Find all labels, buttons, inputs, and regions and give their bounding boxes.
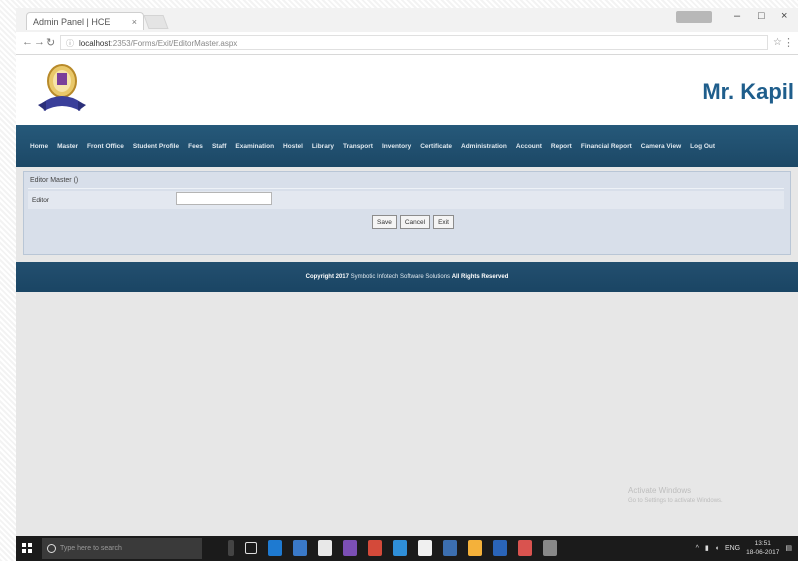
url-host: localhost [79,39,111,48]
filezilla-icon[interactable] [368,540,382,556]
cortana-icon [47,544,56,553]
system-tray: ^ ▮ ◖ ENG 13:51 18-06-2017 ▤ [696,539,792,557]
nav-item-examination[interactable]: Examination [235,143,274,150]
nav-item-report[interactable]: Report [551,143,572,150]
notification-icon[interactable]: ▤ [785,544,792,552]
nav-item-home[interactable]: Home [30,143,48,150]
app-icon-blue[interactable] [393,540,407,556]
nav-item-front-office[interactable]: Front Office [87,143,124,150]
nav-item-hostel[interactable]: Hostel [283,143,303,150]
browser-menu-icon[interactable]: ⋮ [783,36,794,49]
browser-tab-bar: Admin Panel | HCE × – □ × [16,8,798,32]
clock-date: 18-06-2017 [746,549,780,556]
screen: Admin Panel | HCE × – □ × ← → ↻ ⓘ localh… [16,8,798,561]
chevron-up-icon[interactable]: ^ [696,545,699,552]
url-input[interactable]: ⓘ localhost:2353/Forms/Exit/EditorMaster… [60,35,768,50]
app-icon-dark-blue[interactable] [493,540,507,556]
nav-item-transport[interactable]: Transport [343,143,373,150]
main-nav: Home Master Front Office Student Profile… [16,125,798,167]
nav-item-inventory[interactable]: Inventory [382,143,411,150]
editor-master-panel: Editor Master () Editor Save Cancel Exit [23,171,791,255]
nav-item-library[interactable]: Library [312,143,334,150]
nav-item-fees[interactable]: Fees [188,143,203,150]
search-placeholder: Type here to search [60,545,122,552]
nav-item-account[interactable]: Account [516,143,542,150]
visual-studio-icon[interactable] [343,540,357,556]
user-name: Mr. Kapil [702,79,794,104]
language-indicator[interactable]: ENG [725,545,740,552]
windows-start-icon[interactable] [22,543,32,553]
page: Mr. Kapil Home Master Front Office Stude… [16,55,798,536]
app-icon-gray[interactable] [543,540,557,556]
clock[interactable]: 13:51 18-06-2017 [746,539,779,557]
network-icon[interactable]: ▮ [705,544,709,552]
tab-title: Admin Panel | HCE [33,16,111,27]
nav-item-financial-report[interactable]: Financial Report [581,143,632,150]
url-path: :2353/Forms/Exit/EditorMaster.aspx [110,39,238,48]
footer-copyright: Copyright 2017 [305,274,349,280]
bookmark-star-icon[interactable]: ☆ [773,37,782,48]
nav-item-log-out[interactable]: Log Out [690,143,715,150]
new-tab-button[interactable] [143,15,169,29]
edge-icon[interactable] [268,540,282,556]
notepad-icon[interactable] [418,540,432,556]
nav-item-administration[interactable]: Administration [461,143,507,150]
editor-label: Editor [32,197,49,204]
watermark-subtitle: Go to Settings to activate Windows. [628,498,723,504]
school-logo [38,64,86,111]
form-buttons: Save Cancel Exit [372,215,454,229]
panel-divider [28,188,784,189]
nav-item-certificate[interactable]: Certificate [420,143,452,150]
arrow-left-icon[interactable]: ← [22,36,33,48]
clock-time: 13:51 [754,540,771,547]
nav-item-master[interactable]: Master [57,143,78,150]
form-row: Editor [28,191,784,209]
save-button[interactable]: Save [372,215,397,229]
site-header: Mr. Kapil [16,55,798,125]
exit-button[interactable]: Exit [433,215,454,229]
minimize-button[interactable]: – [734,10,740,22]
info-icon[interactable]: ⓘ [66,36,74,51]
footer-company[interactable]: Symbotic Infotech Software Solutions [351,274,450,280]
task-view-icon[interactable] [245,542,257,554]
browser-tab[interactable]: Admin Panel | HCE × [26,12,144,30]
tab-close-icon[interactable]: × [132,17,137,27]
taskbar-apps [228,540,557,556]
address-bar-row: ← → ↻ ⓘ localhost:2353/Forms/Exit/Editor… [16,32,798,55]
chrome-icon[interactable] [468,540,482,556]
taskbar-search[interactable]: Type here to search [42,538,202,559]
app-icon-red[interactable] [518,540,532,556]
network-app-icon[interactable] [443,540,457,556]
microphone-icon[interactable] [228,540,234,556]
footer-rights: All Rights Reserved [451,274,509,280]
nav-item-student-profile[interactable]: Student Profile [133,143,179,150]
profile-button[interactable] [676,11,712,23]
watermark-title: Activate Windows [628,486,692,495]
cancel-button[interactable]: Cancel [399,215,431,229]
file-explorer-icon[interactable] [293,540,307,556]
maximize-button[interactable]: □ [758,10,765,22]
store-icon[interactable] [318,540,332,556]
volume-icon[interactable]: ◖ [715,545,719,552]
close-window-button[interactable]: × [781,10,787,22]
site-footer: Copyright 2017 Symbotic Infotech Softwar… [16,262,798,292]
nav-item-camera-view[interactable]: Camera View [641,143,681,150]
activate-windows-watermark: Activate Windows Go to Settings to activ… [628,485,723,507]
reload-icon[interactable]: ↻ [46,36,55,49]
arrow-right-icon[interactable]: → [34,36,45,48]
windows-taskbar: Type here to search ^ ▮ ◖ ENG 13:51 18-0… [16,536,798,561]
panel-title: Editor Master () [30,177,79,184]
editor-input[interactable] [176,192,272,205]
nav-item-staff[interactable]: Staff [212,143,226,150]
